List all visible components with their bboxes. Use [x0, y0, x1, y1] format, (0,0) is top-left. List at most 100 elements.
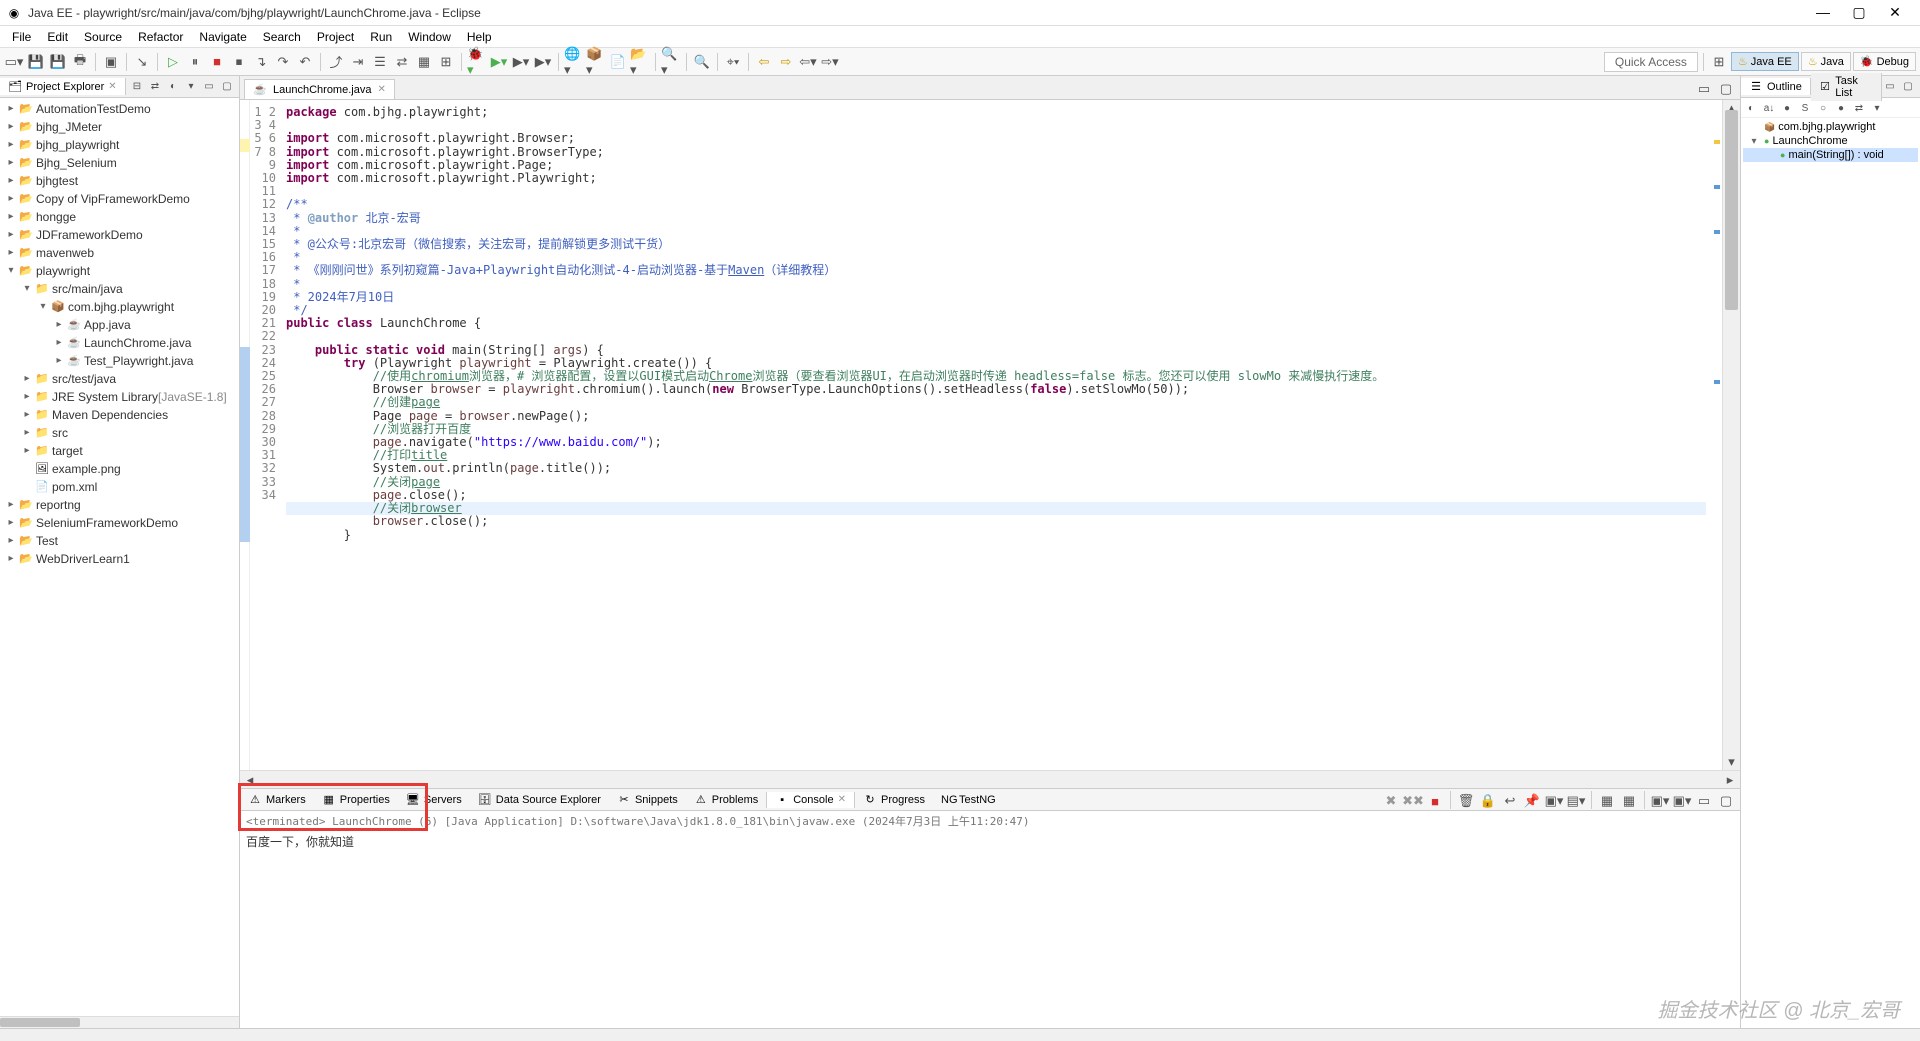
maximize-panel-button[interactable]: ▢	[1716, 791, 1736, 811]
tree-item[interactable]: ▸📁src	[0, 424, 239, 442]
new-dynamic-web-button[interactable]: 📂▾	[630, 52, 650, 72]
bottom-tab-testng[interactable]: NGTestNG	[933, 792, 1004, 808]
last-edit-button[interactable]: ⇦▾	[798, 52, 818, 72]
tree-item[interactable]: ▸📂JDFrameworkDemo	[0, 226, 239, 244]
drop-frame-button[interactable]: ⤴	[326, 52, 346, 72]
tree-item[interactable]: ▸📁src/test/java	[0, 370, 239, 388]
expand-icon[interactable]: ▸	[52, 317, 66, 333]
outline-item[interactable]: ●main(String[]) : void	[1743, 148, 1918, 162]
tree-item[interactable]: ▾📂playwright	[0, 262, 239, 280]
maximize-button[interactable]: ▢	[1850, 4, 1868, 21]
expand-icon[interactable]: ▸	[4, 119, 18, 135]
back-button[interactable]: ⇦	[754, 52, 774, 72]
menu-edit[interactable]: Edit	[39, 28, 76, 46]
expand-icon[interactable]: ▸	[4, 227, 18, 243]
expand-icon[interactable]: ▸	[4, 209, 18, 225]
terminate-console-button[interactable]: ■	[1425, 791, 1445, 811]
tb-btn[interactable]: ⇄	[392, 52, 412, 72]
maximize-view-button[interactable]: ▢	[219, 79, 235, 95]
minimize-editor-button[interactable]: ▭	[1694, 79, 1714, 99]
collapse-all-button[interactable]: ⊟	[129, 79, 145, 95]
expand-icon[interactable]: ▾	[4, 263, 18, 279]
coverage-button[interactable]: ▶▾	[511, 52, 531, 72]
task-list-tab[interactable]: ☑ Task List	[1811, 73, 1882, 101]
skip-button[interactable]: ↘	[132, 52, 152, 72]
expand-icon[interactable]: ▾	[36, 299, 50, 315]
word-wrap-button[interactable]: ↩	[1500, 791, 1520, 811]
scroll-right-button[interactable]: ▸	[1720, 770, 1740, 790]
terminate-button[interactable]: ■	[207, 52, 227, 72]
new-java-class-button[interactable]: 📄	[608, 52, 628, 72]
tree-item[interactable]: ▸📂reportng	[0, 496, 239, 514]
expand-icon[interactable]: ▸	[4, 497, 18, 513]
tree-item[interactable]: ▾📦com.bjhg.playwright	[0, 298, 239, 316]
focus-active-task-button[interactable]: ◐	[1743, 100, 1759, 116]
new-plugin-button[interactable]: 📦▾	[586, 52, 606, 72]
quick-access-input[interactable]: Quick Access	[1604, 52, 1698, 72]
show-standard-button[interactable]: ▣▾	[1650, 791, 1670, 811]
tree-item[interactable]: ▸📂Test	[0, 532, 239, 550]
new-console-button[interactable]: ▣▾	[1672, 791, 1692, 811]
expand-icon[interactable]: ▸	[4, 173, 18, 189]
menu-project[interactable]: Project	[309, 28, 362, 46]
tree-item[interactable]: ▸📂hongge	[0, 208, 239, 226]
display-console-button[interactable]: ▣▾	[1544, 791, 1564, 811]
step-into-button[interactable]: ↴	[251, 52, 271, 72]
tb-btn[interactable]: ▦	[414, 52, 434, 72]
code-editor[interactable]: 1 2 3 4 5 6 7 8 9 10 11 12 13 14 15 16 1…	[240, 100, 1740, 770]
tree-item[interactable]: ▸📂bjhgtest	[0, 172, 239, 190]
link-editor-button[interactable]: ⇄	[147, 79, 163, 95]
new-button[interactable]: ▭▾	[4, 52, 24, 72]
perspective-debug[interactable]: 🐞Debug	[1853, 52, 1916, 71]
scroll-lock-button[interactable]: 🔒	[1478, 791, 1498, 811]
tree-item[interactable]: ▸☕LaunchChrome.java	[0, 334, 239, 352]
project-tree[interactable]: ▸📂AutomationTestDemo▸📂bjhg_JMeter▸📂bjhg_…	[0, 98, 239, 1016]
maximize-editor-button[interactable]: ▢	[1716, 79, 1736, 99]
expand-icon[interactable]: ▸	[20, 443, 34, 459]
run-button[interactable]: ▶▾	[489, 52, 509, 72]
minimize-panel-button[interactable]: ▭	[1694, 791, 1714, 811]
sort-button[interactable]: a↓	[1761, 100, 1777, 116]
hide-local-button[interactable]: ●	[1833, 100, 1849, 116]
minimize-view-button[interactable]: ▭	[201, 79, 217, 95]
scroll-down-button[interactable]: ▾	[1723, 754, 1740, 770]
run-last-button[interactable]: ▶▾	[533, 52, 553, 72]
use-step-filters-button[interactable]: ⇥	[348, 52, 368, 72]
expand-icon[interactable]: ▸	[4, 155, 18, 171]
link-outline-button[interactable]: ⇄	[1851, 100, 1867, 116]
show-console-button[interactable]: ▦	[1597, 791, 1617, 811]
perspective-java[interactable]: ♨Java	[1801, 52, 1851, 71]
save-all-button[interactable]: 💾	[48, 52, 68, 72]
outline-menu-button[interactable]: ▾	[1869, 100, 1885, 116]
tree-item[interactable]: ▸📂SeleniumFrameworkDemo	[0, 514, 239, 532]
menu-file[interactable]: File	[4, 28, 39, 46]
bottom-tab-properties[interactable]: ▦Properties	[314, 791, 398, 808]
expand-icon[interactable]: ▸	[52, 335, 66, 351]
close-icon[interactable]: ✕	[377, 84, 385, 95]
disconnect-button[interactable]: ⏹	[229, 52, 249, 72]
project-explorer-tab[interactable]: 🗂 Project Explorer ✕	[0, 78, 126, 95]
bottom-tab-console[interactable]: ▪Console ✕	[766, 792, 855, 808]
bottom-tab-progress[interactable]: ↻Progress	[855, 791, 933, 808]
expand-icon[interactable]: ▸	[4, 245, 18, 261]
tree-item[interactable]: ▸📁target	[0, 442, 239, 460]
save-button[interactable]: 💾	[26, 52, 46, 72]
hide-static-button[interactable]: S	[1797, 100, 1813, 116]
hide-fields-button[interactable]: ●	[1779, 100, 1795, 116]
expand-icon[interactable]: ▸	[4, 101, 18, 117]
tree-item[interactable]: ▸📁Maven Dependencies	[0, 406, 239, 424]
next-edit-button[interactable]: ⇨▾	[820, 52, 840, 72]
menu-navigate[interactable]: Navigate	[191, 28, 254, 46]
menu-refactor[interactable]: Refactor	[130, 28, 191, 46]
tree-item[interactable]: ▸📂mavenweb	[0, 244, 239, 262]
pin-console-button[interactable]: 📌	[1522, 791, 1542, 811]
scroll-left-button[interactable]: ◂	[240, 770, 260, 790]
bottom-tab-data-source-explorer[interactable]: 🗄Data Source Explorer	[470, 791, 609, 808]
build-button[interactable]: ▣	[101, 52, 121, 72]
tree-item[interactable]: ▸📂Bjhg_Selenium	[0, 154, 239, 172]
expand-icon[interactable]: ▸	[4, 191, 18, 207]
tree-item[interactable]: ▸📂bjhg_JMeter	[0, 118, 239, 136]
maximize-outline-button[interactable]: ▢	[1900, 79, 1916, 95]
new-server-button[interactable]: 🌐▾	[564, 52, 584, 72]
tree-item[interactable]: ▸☕App.java	[0, 316, 239, 334]
